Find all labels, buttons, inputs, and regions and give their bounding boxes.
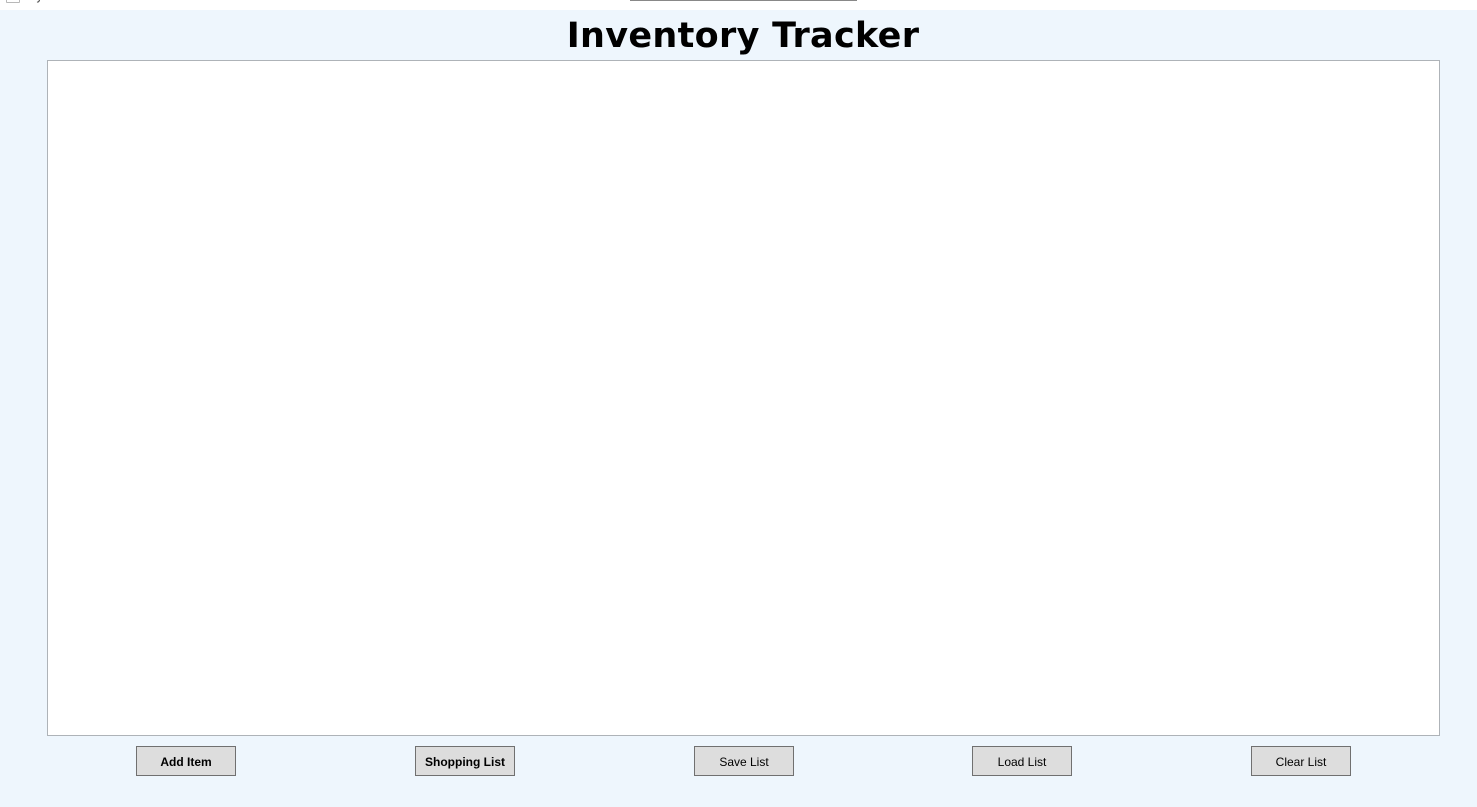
clear-list-button[interactable]: Clear List: [1251, 746, 1351, 776]
page-title: Inventory Tracker: [566, 16, 920, 56]
load-list-button[interactable]: Load List: [972, 746, 1072, 776]
save-list-button[interactable]: Save List: [694, 746, 794, 776]
window-titlebar[interactable]: y: [0, 0, 1477, 10]
titlebar-drag-handle[interactable]: [630, 0, 857, 1]
inventory-list-panel[interactable]: [47, 60, 1440, 736]
main-window: Inventory Tracker Add Item Shopping List…: [0, 10, 1477, 807]
add-item-button[interactable]: Add Item: [136, 746, 236, 776]
app-icon: [6, 0, 20, 3]
shopping-list-button[interactable]: Shopping List: [415, 746, 515, 776]
window-title: y: [36, 0, 43, 3]
